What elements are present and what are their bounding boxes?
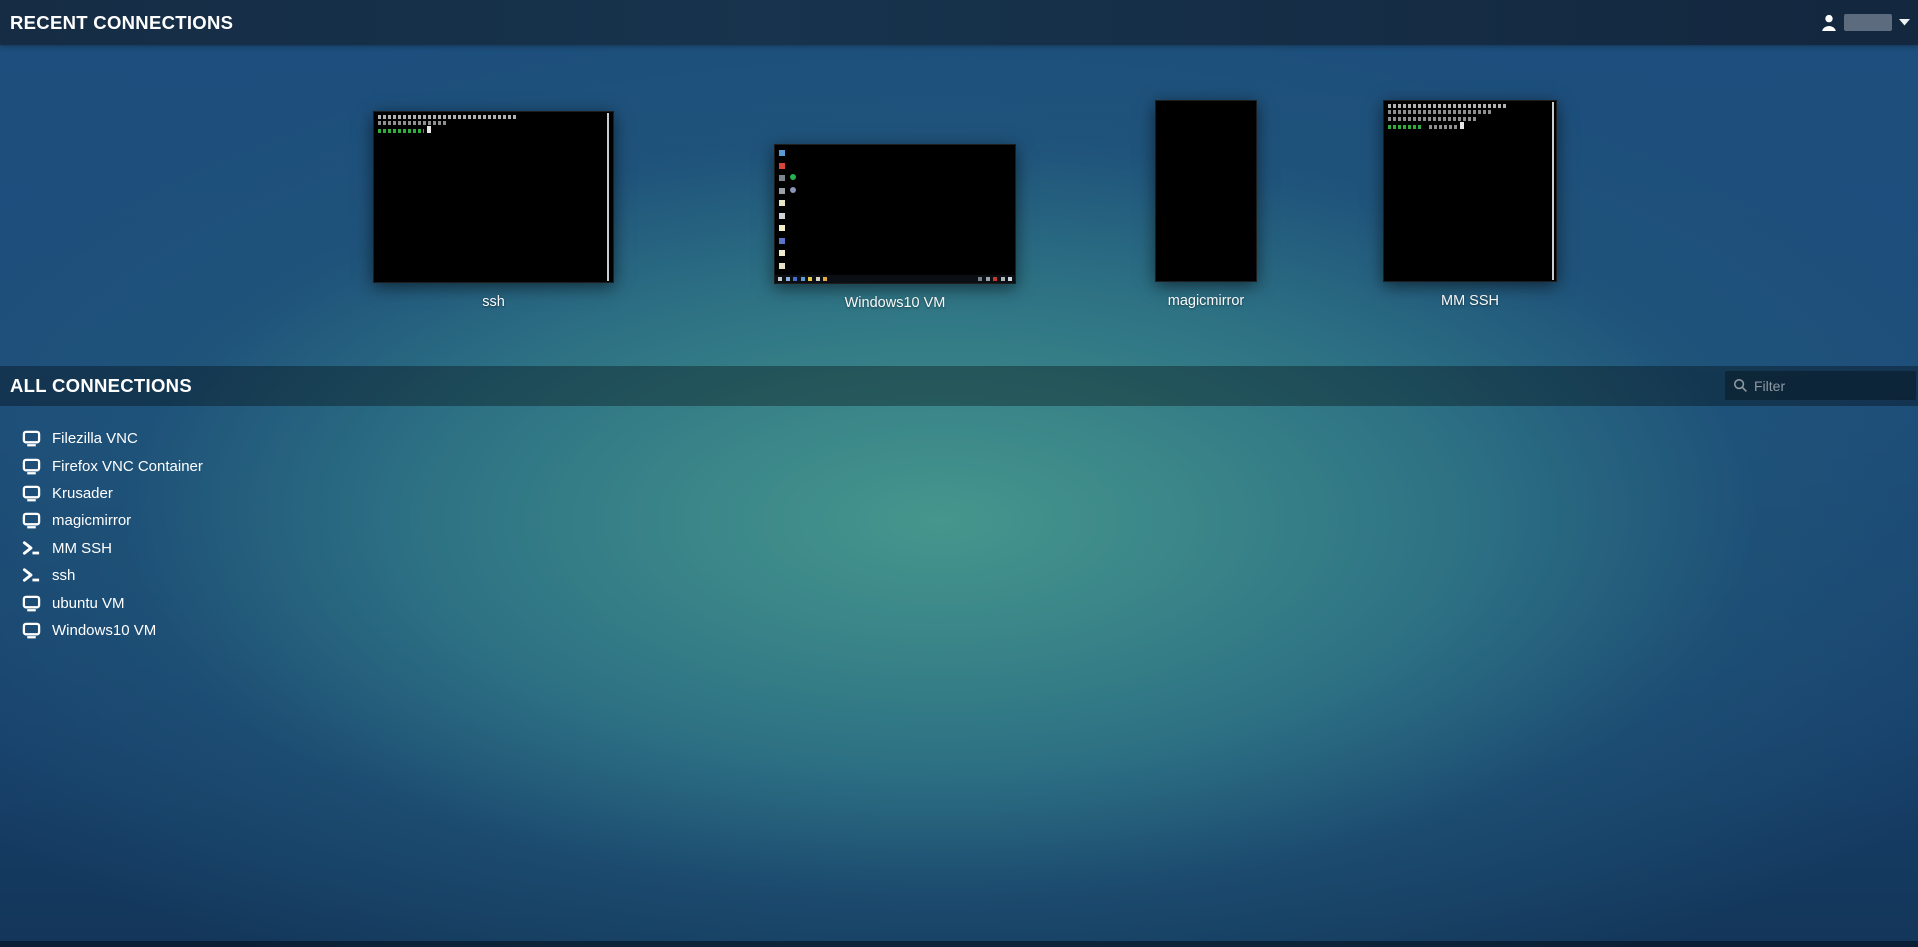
caret-down-icon xyxy=(1899,19,1910,26)
search-icon xyxy=(1733,378,1748,393)
all-connections-bar: ALL CONNECTIONS xyxy=(0,366,1918,406)
ssh-terminal-thumbnail xyxy=(1383,100,1557,282)
monitor-icon xyxy=(22,622,41,639)
page-title: RECENT CONNECTIONS xyxy=(0,12,233,34)
blank-screen-thumbnail xyxy=(1155,100,1257,282)
monitor-icon xyxy=(22,512,41,529)
terminal-prompt-line xyxy=(1388,125,1422,129)
bottom-edge-strip xyxy=(0,941,1918,947)
connection-row-windows10-vm[interactable]: Windows10 VM xyxy=(0,617,203,644)
terminal-icon xyxy=(22,567,41,584)
username-redacted xyxy=(1844,14,1892,31)
terminal-text-line xyxy=(1429,125,1457,129)
connection-row-magicmirror[interactable]: magicmirror xyxy=(0,507,203,534)
desktop-icons-secondary xyxy=(790,174,796,193)
monitor-icon xyxy=(22,430,41,447)
connection-row-firefox-vnc-container[interactable]: Firefox VNC Container xyxy=(0,452,203,479)
recent-connection-magicmirror[interactable]: magicmirror xyxy=(1155,100,1257,309)
connection-label: Filezilla VNC xyxy=(52,430,138,447)
terminal-text-line xyxy=(1388,110,1492,114)
monitor-icon xyxy=(22,595,41,612)
connection-label: Krusader xyxy=(52,485,113,502)
recent-connection-label: ssh xyxy=(482,294,505,310)
terminal-scrollbar xyxy=(607,113,610,281)
user-icon xyxy=(1821,14,1837,32)
windows-desktop-thumbnail xyxy=(774,144,1016,284)
connection-label: MM SSH xyxy=(52,540,112,557)
recent-connection-label: MM SSH xyxy=(1441,293,1499,309)
user-menu[interactable] xyxy=(1821,0,1910,45)
terminal-text-line xyxy=(1388,104,1506,108)
recent-connection-ssh[interactable]: ssh xyxy=(373,111,614,310)
connection-row-mm-ssh[interactable]: MM SSH xyxy=(0,535,203,562)
terminal-cursor xyxy=(1460,122,1464,129)
recent-connection-label: magicmirror xyxy=(1168,293,1245,309)
connection-row-ssh[interactable]: ssh xyxy=(0,562,203,589)
connection-row-ubuntu-vm[interactable]: ubuntu VM xyxy=(0,589,203,616)
connection-label: Firefox VNC Container xyxy=(52,458,203,475)
recent-connection-mm-ssh[interactable]: MM SSH xyxy=(1383,100,1557,309)
connection-label: ubuntu VM xyxy=(52,595,125,612)
filter-input[interactable] xyxy=(1754,378,1908,394)
terminal-icon xyxy=(22,540,41,557)
terminal-cursor xyxy=(427,126,431,133)
monitor-icon xyxy=(22,458,41,475)
ssh-terminal-thumbnail xyxy=(373,111,614,283)
recent-connection-label: Windows10 VM xyxy=(845,295,946,311)
terminal-prompt-line xyxy=(378,129,424,133)
guacamole-home: RECENT CONNECTIONS ssh xyxy=(0,0,1918,947)
connection-label: Windows10 VM xyxy=(52,622,156,639)
monitor-icon xyxy=(22,485,41,502)
filter-box xyxy=(1725,371,1916,400)
top-bar: RECENT CONNECTIONS xyxy=(0,0,1918,45)
all-connections-title: ALL CONNECTIONS xyxy=(0,375,192,397)
connection-row-krusader[interactable]: Krusader xyxy=(0,480,203,507)
terminal-scrollbar xyxy=(1552,102,1555,280)
desktop-icons xyxy=(779,150,785,269)
terminal-text-line xyxy=(378,115,516,119)
recent-connection-windows10-vm[interactable]: Windows10 VM xyxy=(774,144,1016,311)
connection-row-filezilla-vnc[interactable]: Filezilla VNC xyxy=(0,425,203,452)
connection-list: Filezilla VNC Firefox VNC Container Krus… xyxy=(0,425,203,644)
windows-taskbar xyxy=(775,275,1015,283)
connection-label: magicmirror xyxy=(52,512,131,529)
connection-label: ssh xyxy=(52,567,75,584)
